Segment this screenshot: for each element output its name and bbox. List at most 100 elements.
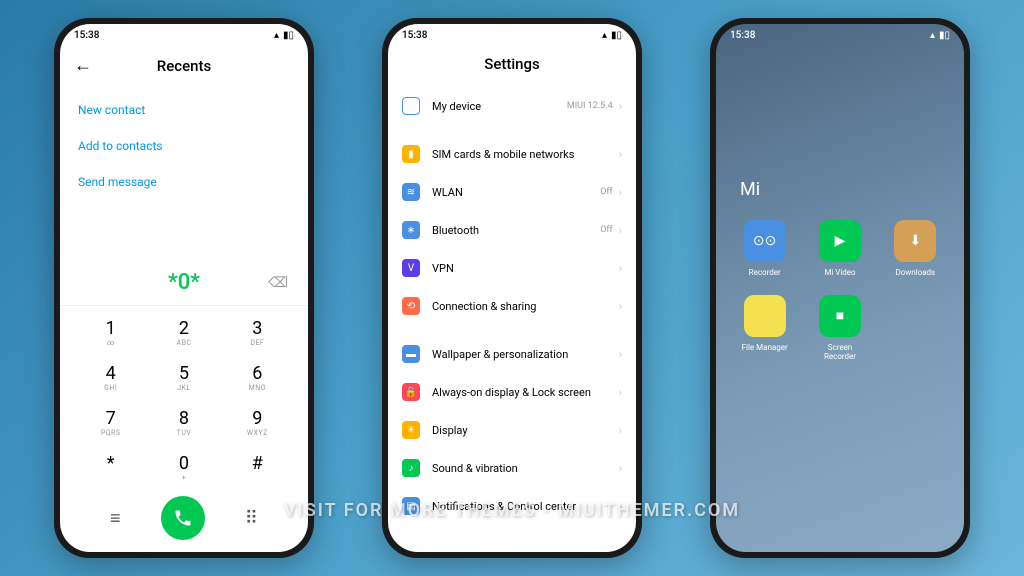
app-mi-video[interactable]: ▶ Mi Video bbox=[811, 220, 868, 277]
always-on-icon: 🔒 bbox=[402, 383, 420, 401]
status-bar: 15:38 ▴ ▮▯ bbox=[388, 24, 636, 47]
settings-item-label: VPN bbox=[432, 262, 619, 275]
call-button[interactable] bbox=[161, 496, 205, 540]
status-time: 15:38 bbox=[74, 30, 99, 41]
signal-icon: ▴ bbox=[274, 30, 279, 41]
settings-item-value: Off bbox=[600, 187, 612, 197]
back-arrow-icon[interactable]: ← bbox=[74, 55, 92, 76]
backspace-icon[interactable]: ⌫ bbox=[268, 275, 288, 291]
chevron-right-icon: › bbox=[619, 262, 622, 275]
settings-item-label: SIM cards & mobile networks bbox=[432, 148, 619, 161]
chevron-right-icon: › bbox=[619, 100, 622, 113]
settings-item-label: Sound & vibration bbox=[432, 462, 619, 475]
key-*[interactable]: * bbox=[74, 445, 147, 490]
key-number: 2 bbox=[147, 318, 220, 339]
key-1[interactable]: 1∞ bbox=[74, 310, 147, 355]
chevron-right-icon: › bbox=[619, 386, 622, 399]
settings-item-vpn[interactable]: V VPN› bbox=[402, 249, 622, 287]
settings-item-notifications[interactable]: ▤Notifications & Control center› bbox=[402, 487, 622, 525]
settings-item-label: Bluetooth bbox=[432, 224, 600, 237]
settings-item-label: Always-on display & Lock screen bbox=[432, 386, 619, 399]
settings-item-connection[interactable]: ⟲Connection & sharing› bbox=[402, 287, 622, 325]
key-#[interactable]: # bbox=[221, 445, 294, 490]
key-number: 0 bbox=[147, 453, 220, 474]
settings-item-sim-cards[interactable]: ▮ SIM cards & mobile networks› bbox=[402, 135, 622, 173]
battery-icon: ▮▯ bbox=[939, 30, 950, 41]
signal-icon: ▴ bbox=[930, 30, 935, 41]
recorder-icon: ⊙⊙ bbox=[744, 220, 786, 262]
settings-item-always-on[interactable]: 🔒 Always-on display & Lock screen› bbox=[402, 373, 622, 411]
mi-video-icon: ▶ bbox=[819, 220, 861, 262]
key-2[interactable]: 2ABC bbox=[147, 310, 220, 355]
settings-item-label: My device bbox=[432, 100, 567, 113]
key-4[interactable]: 4GHI bbox=[74, 355, 147, 400]
settings-item-label: Connection & sharing bbox=[432, 300, 619, 313]
key-number: 5 bbox=[147, 363, 220, 384]
app-recorder[interactable]: ⊙⊙Recorder bbox=[736, 220, 793, 277]
sim-cards-icon: ▮ bbox=[402, 145, 420, 163]
dial-display: *0* ⌫ bbox=[60, 260, 308, 306]
key-letters: PQRS bbox=[74, 429, 147, 437]
chevron-right-icon: › bbox=[619, 500, 622, 513]
settings-item-display[interactable]: ☀Display› bbox=[402, 411, 622, 449]
add-to-contacts-link[interactable]: Add to contacts bbox=[78, 128, 290, 164]
sound-icon: ♪ bbox=[402, 459, 420, 477]
key-6[interactable]: 6MNO bbox=[221, 355, 294, 400]
my-device-icon: ▢ bbox=[402, 97, 420, 115]
dialer-header: ← Recents bbox=[60, 47, 308, 88]
grid-icon[interactable]: ⠿ bbox=[245, 508, 258, 529]
menu-icon[interactable]: ≡ bbox=[110, 508, 121, 529]
key-letters: GHI bbox=[74, 384, 147, 392]
key-8[interactable]: 8TUV bbox=[147, 400, 220, 445]
status-time: 15:38 bbox=[402, 30, 427, 41]
section-divider bbox=[402, 125, 622, 135]
settings-item-label: Wallpaper & personalization bbox=[432, 348, 619, 361]
app-file-manager[interactable]: File Manager bbox=[736, 295, 793, 361]
wlan-icon: ≋ bbox=[402, 183, 420, 201]
battery-icon: ▮▯ bbox=[283, 30, 294, 41]
status-icons: ▴ ▮▯ bbox=[274, 30, 294, 41]
vpn-icon: V bbox=[402, 259, 420, 277]
key-0[interactable]: 0+ bbox=[147, 445, 220, 490]
phone-icon bbox=[173, 508, 193, 528]
wallpaper-icon: ▬ bbox=[402, 345, 420, 363]
key-3[interactable]: 3DEF bbox=[221, 310, 294, 355]
app-downloads[interactable]: ⬇Downloads bbox=[887, 220, 944, 277]
key-letters: ABC bbox=[147, 339, 220, 347]
key-number: 4 bbox=[74, 363, 147, 384]
settings-item-sound[interactable]: ♪Sound & vibration› bbox=[402, 449, 622, 487]
key-letters: TUV bbox=[147, 429, 220, 437]
app-label: Screen Recorder bbox=[811, 343, 868, 361]
settings-item-my-device[interactable]: ▢My deviceMIUI 12.5.4› bbox=[402, 87, 622, 125]
status-icons: ▴ ▮▯ bbox=[930, 30, 950, 41]
key-letters: ∞ bbox=[74, 339, 147, 347]
chevron-right-icon: › bbox=[619, 148, 622, 161]
send-message-link[interactable]: Send message bbox=[78, 164, 290, 200]
key-number: 6 bbox=[221, 363, 294, 384]
status-time: 15:38 bbox=[730, 30, 755, 41]
key-number: * bbox=[74, 453, 147, 474]
key-9[interactable]: 9WXYZ bbox=[221, 400, 294, 445]
chevron-right-icon: › bbox=[619, 424, 622, 437]
key-7[interactable]: 7PQRS bbox=[74, 400, 147, 445]
settings-item-label: Display bbox=[432, 424, 619, 437]
settings-item-wallpaper[interactable]: ▬Wallpaper & personalization› bbox=[402, 335, 622, 373]
phone-dialer: 15:38 ▴ ▮▯ ← Recents New contactAdd to c… bbox=[54, 18, 314, 558]
status-bar: 15:38 ▴ ▮▯ bbox=[716, 24, 964, 47]
signal-icon: ▴ bbox=[602, 30, 607, 41]
key-letters: + bbox=[147, 474, 220, 482]
folder-title: Mi bbox=[736, 179, 944, 200]
app-label: Mi Video bbox=[824, 268, 855, 277]
key-number: 9 bbox=[221, 408, 294, 429]
key-5[interactable]: 5JKL bbox=[147, 355, 220, 400]
settings-item-label: Notifications & Control center bbox=[432, 500, 619, 513]
app-screen-recorder[interactable]: ■Screen Recorder bbox=[811, 295, 868, 361]
battery-icon: ▮▯ bbox=[611, 30, 622, 41]
chevron-right-icon: › bbox=[619, 186, 622, 199]
new-contact-link[interactable]: New contact bbox=[78, 92, 290, 128]
settings-item-wlan[interactable]: ≋WLANOff› bbox=[402, 173, 622, 211]
settings-item-bluetooth[interactable]: ∗BluetoothOff› bbox=[402, 211, 622, 249]
key-letters: JKL bbox=[147, 384, 220, 392]
key-number: 7 bbox=[74, 408, 147, 429]
key-letters: WXYZ bbox=[221, 429, 294, 437]
